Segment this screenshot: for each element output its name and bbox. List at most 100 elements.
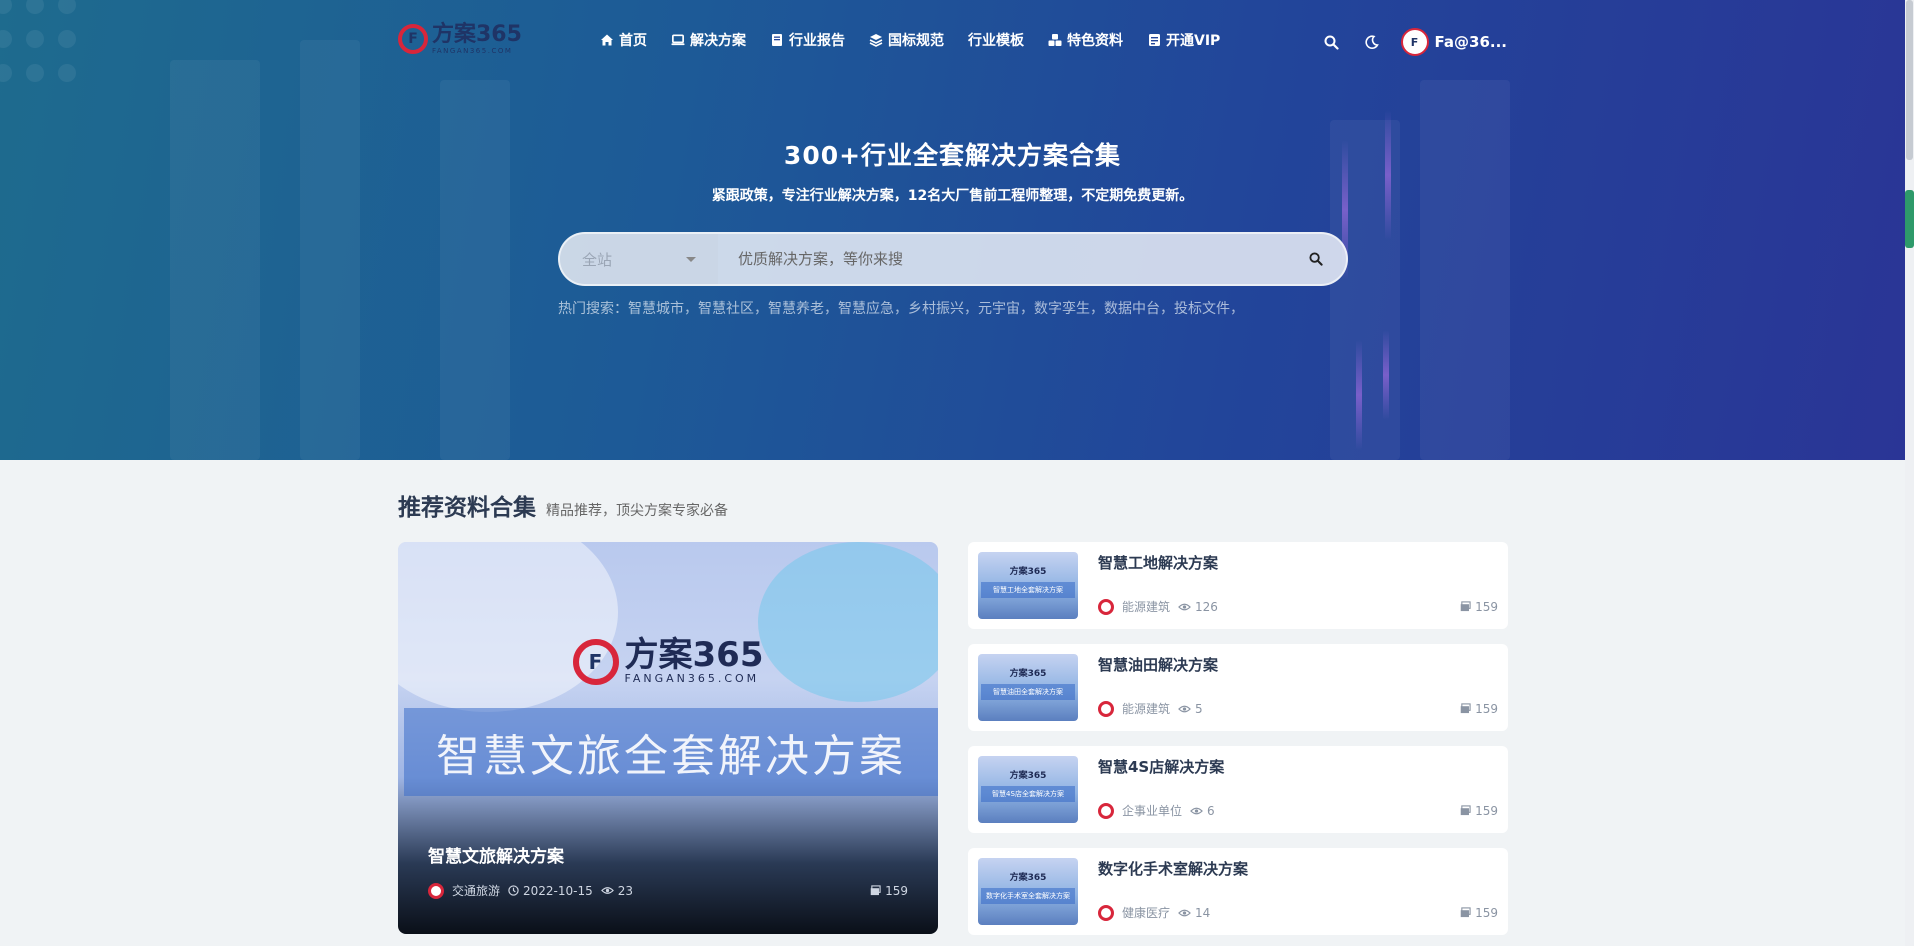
views-meta: 23 xyxy=(600,883,634,898)
nav-item-templates[interactable]: 行业模板 xyxy=(968,30,1024,50)
card-title[interactable]: 智慧油田解决方案 xyxy=(1098,654,1218,675)
caret-down-icon xyxy=(686,256,696,262)
top-navbar: F 方案365 FANGAN365.COM 首页 解决方案 行业报告 国标规范 … xyxy=(0,0,1905,80)
search-icon[interactable] xyxy=(1321,31,1343,53)
dark-mode-moon-icon[interactable] xyxy=(1361,31,1383,53)
hot-keyword[interactable]: 元宇宙， xyxy=(978,298,1034,318)
category-logo-icon xyxy=(1098,700,1114,717)
main-menu: 首页 解决方案 行业报告 国标规范 行业模板 特色资料 开通VIP xyxy=(600,30,1244,50)
eye-icon xyxy=(1178,705,1191,712)
search-scope-value: 全站 xyxy=(582,250,613,269)
nav-item-label: 开通VIP xyxy=(1166,33,1221,49)
featured-count: 159 xyxy=(885,883,908,898)
section-title: 推荐资料合集 xyxy=(398,495,536,521)
search-input[interactable] xyxy=(718,234,1286,284)
site-logo[interactable]: F 方案365 FANGAN365.COM xyxy=(398,22,538,56)
card-category[interactable]: 健康医疗 xyxy=(1122,904,1170,921)
list-item[interactable]: 方案365 智慧油田全套解决方案 智慧油田解决方案 能源建筑 5 159 xyxy=(968,644,1508,731)
home-icon xyxy=(600,33,614,47)
featured-logo-text: 方案365 xyxy=(624,635,764,675)
nav-item-label: 行业报告 xyxy=(789,33,845,49)
featured-card[interactable]: F 方案365 FANGAN365.COM 智慧文旅全套解决方案 智慧文旅解决方… xyxy=(398,542,938,934)
logo-mark-icon: F xyxy=(398,24,428,54)
nav-item-label: 行业模板 xyxy=(968,33,1024,49)
featured-logo-subtext: FANGAN365.COM xyxy=(624,672,760,685)
hot-keyword[interactable]: 乡村振兴， xyxy=(908,298,978,318)
card-views: 14 xyxy=(1195,905,1211,920)
stack-icon xyxy=(1460,907,1471,918)
hot-keyword[interactable]: 智慧社区， xyxy=(698,298,768,318)
thumb-logo-text: 方案365 xyxy=(1009,873,1047,883)
featured-views: 23 xyxy=(617,883,634,898)
section-description: 精品推荐，顶尖方案专家必备 xyxy=(546,503,728,519)
card-count: 159 xyxy=(1475,905,1498,920)
category-logo-icon xyxy=(1098,904,1114,921)
scrollbar-marker xyxy=(1905,190,1914,248)
list-item[interactable]: 方案365 数字化手术室全套解决方案 数字化手术室解决方案 健康医疗 14 15… xyxy=(968,848,1508,935)
page-scrollbar[interactable] xyxy=(1905,0,1914,946)
card-category[interactable]: 能源建筑 xyxy=(1122,598,1170,615)
hot-keyword[interactable]: 智慧城市， xyxy=(628,298,698,318)
list-item[interactable]: 方案365 智慧4S店全套解决方案 智慧4S店解决方案 企事业单位 6 159 xyxy=(968,746,1508,833)
nav-item-label: 特色资料 xyxy=(1067,33,1123,49)
avatar: F xyxy=(1400,28,1429,56)
thumb-logo-text: 方案365 xyxy=(1009,567,1047,577)
book-icon xyxy=(770,33,784,47)
count-meta: 159 xyxy=(1460,906,1498,920)
nav-item-featured[interactable]: 特色资料 xyxy=(1048,30,1123,50)
cubes-icon xyxy=(1048,33,1062,47)
featured-category[interactable]: 交通旅游 xyxy=(452,882,500,899)
card-count: 159 xyxy=(1475,803,1498,818)
search-scope-select[interactable]: 全站 xyxy=(560,234,718,284)
search-submit-button[interactable] xyxy=(1286,234,1346,284)
hot-keyword[interactable]: 智慧养老， xyxy=(768,298,838,318)
card-views: 6 xyxy=(1207,803,1215,818)
scrollbar-thumb[interactable] xyxy=(1906,0,1913,160)
hot-keyword[interactable]: 数字孪生， xyxy=(1034,298,1104,318)
hot-keyword[interactable]: 投标文件， xyxy=(1174,298,1244,318)
user-name: Fa@36... xyxy=(1434,33,1507,51)
list-item[interactable]: 方案365 智慧工地全套解决方案 智慧工地解决方案 能源建筑 126 159 xyxy=(968,542,1508,629)
card-title[interactable]: 智慧4S店解决方案 xyxy=(1098,756,1224,777)
stack-icon xyxy=(1460,601,1471,612)
card-title[interactable]: 智慧工地解决方案 xyxy=(1098,552,1218,573)
card-count: 159 xyxy=(1475,599,1498,614)
nav-item-label: 国标规范 xyxy=(888,33,944,49)
featured-logo: F 方案365 FANGAN365.COM xyxy=(398,638,938,685)
views-meta: 5 xyxy=(1178,702,1203,716)
hot-keyword[interactable]: 数据中台， xyxy=(1104,298,1174,318)
featured-banner-text: 智慧文旅全套解决方案 xyxy=(436,731,906,782)
card-title[interactable]: 数字化手术室解决方案 xyxy=(1098,858,1248,879)
thumb-banner: 智慧工地全套解决方案 xyxy=(981,582,1075,598)
featured-meta: 交通旅游 2022-10-15 23 159 xyxy=(428,882,908,899)
logo-subtext: FANGAN365.COM xyxy=(432,46,513,55)
card-thumbnail: 方案365 数字化手术室全套解决方案 xyxy=(978,858,1078,925)
nav-item-label: 解决方案 xyxy=(690,33,746,49)
nav-item-solutions[interactable]: 解决方案 xyxy=(671,30,746,50)
hero-title: 300+行业全套解决方案合集 xyxy=(783,141,1122,170)
thumb-banner: 智慧4S店全套解决方案 xyxy=(981,786,1075,802)
section-header: 推荐资料合集 精品推荐，顶尖方案专家必备 xyxy=(398,488,728,522)
views-meta: 14 xyxy=(1178,906,1210,920)
card-views: 126 xyxy=(1195,599,1218,614)
category-logo-icon xyxy=(428,882,444,899)
nav-item-label: 首页 xyxy=(619,33,647,49)
stack-icon xyxy=(1460,805,1471,816)
nav-item-standards[interactable]: 国标规范 xyxy=(869,30,944,50)
category-logo-icon xyxy=(1098,802,1114,819)
hot-keyword[interactable]: 智慧应急， xyxy=(838,298,908,318)
count-meta: 159 xyxy=(870,884,908,898)
date-meta: 2022-10-15 xyxy=(508,884,593,898)
count-meta: 159 xyxy=(1460,804,1498,818)
user-menu[interactable]: F Fa@36... xyxy=(1400,28,1507,56)
card-category[interactable]: 企事业单位 xyxy=(1122,802,1182,819)
nav-item-home[interactable]: 首页 xyxy=(600,30,647,50)
thumb-logo-text: 方案365 xyxy=(1009,771,1047,781)
nav-item-reports[interactable]: 行业报告 xyxy=(770,30,845,50)
card-category[interactable]: 能源建筑 xyxy=(1122,700,1170,717)
search-bar: 全站 xyxy=(558,232,1348,286)
nav-actions: F Fa@36... xyxy=(1321,28,1507,56)
nav-item-vip[interactable]: 开通VIP xyxy=(1147,30,1220,50)
featured-title[interactable]: 智慧文旅解决方案 xyxy=(428,842,564,867)
hot-searches: 热门搜索： 智慧城市， 智慧社区， 智慧养老， 智慧应急， 乡村振兴， 元宇宙，… xyxy=(558,298,1244,318)
